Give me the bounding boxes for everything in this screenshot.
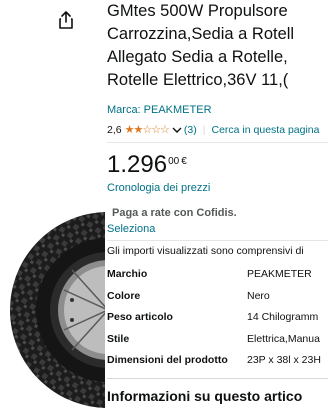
- price-history-link[interactable]: Cronologia dei prezzi: [107, 182, 210, 194]
- table-row: Colore Nero: [107, 288, 328, 310]
- product-title[interactable]: GMtes 500W Propulsore Carrozzina,Sedia a…: [107, 0, 328, 92]
- spec-key: Stile: [107, 332, 130, 345]
- price-fraction: 00: [168, 156, 180, 167]
- price: 1.296 00 €: [107, 151, 187, 179]
- separator: |: [202, 123, 206, 136]
- divider: [107, 240, 328, 241]
- title-line: Rotelle Elettrico,36V 11,(: [107, 71, 289, 89]
- specs-table: Marchio PEAKMETER Colore Nero Peso artic…: [107, 266, 328, 374]
- divider: [107, 378, 328, 379]
- spec-key: Marchio: [107, 268, 148, 280]
- spec-key: Peso articolo: [107, 311, 173, 323]
- rating-row: 2,6 ★★☆☆☆ (3) | Cerca in questa pagina: [107, 123, 320, 137]
- price-whole: 1.296: [107, 151, 168, 178]
- table-row: Stile Elettrica,Manua: [107, 331, 328, 353]
- product-image[interactable]: [0, 0, 105, 410]
- spec-value: 14 Chilogramm: [247, 311, 319, 323]
- price-currency: €: [181, 156, 187, 167]
- select-link[interactable]: Seleziona: [107, 223, 155, 235]
- chevron-down-icon[interactable]: [172, 126, 182, 134]
- title-line: Allegato Sedia a Rotelle,: [107, 48, 288, 66]
- rating-stars[interactable]: ★★☆☆☆: [125, 123, 170, 136]
- table-row: Marchio PEAKMETER: [107, 266, 328, 288]
- spec-value: Elettrica,Manua: [247, 332, 320, 345]
- table-row: Peso articolo 14 Chilogramm: [107, 309, 328, 331]
- rating-count-link[interactable]: (3): [184, 124, 197, 136]
- spec-value: Nero: [247, 289, 270, 302]
- spec-value: PEAKMETER: [247, 268, 312, 280]
- tax-note: Gli importi visualizzati sono comprensiv…: [107, 245, 304, 257]
- brand-link[interactable]: Marca: PEAKMETER: [107, 104, 212, 116]
- spec-key: Colore: [107, 289, 141, 302]
- spec-key: Dimensioni del prodotto: [107, 354, 228, 366]
- section-heading: Informazioni su questo artico: [107, 388, 303, 404]
- spec-value: 23P x 38l x 23H: [247, 354, 321, 366]
- divider: [107, 142, 328, 143]
- product-details: GMtes 500W Propulsore Carrozzina,Sedia a…: [107, 0, 328, 410]
- table-row: Dimensioni del prodotto 23P x 38l x 23H: [107, 352, 328, 374]
- rating-value: 2,6: [107, 123, 122, 136]
- search-page-link[interactable]: Cerca in questa pagina: [212, 124, 320, 136]
- title-line: Carrozzina,Sedia a Rotell: [107, 25, 295, 43]
- share-icon[interactable]: [57, 10, 75, 30]
- title-line: GMtes 500W Propulsore: [107, 2, 288, 20]
- installment-text: Paga a rate con Cofidis.: [112, 207, 237, 219]
